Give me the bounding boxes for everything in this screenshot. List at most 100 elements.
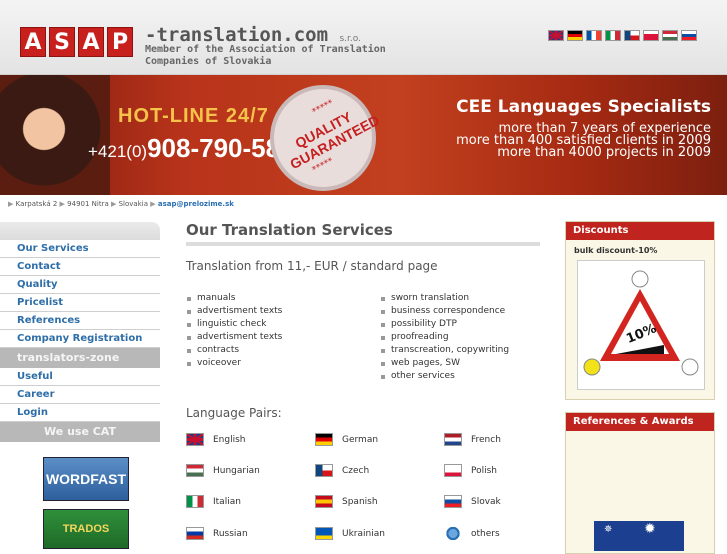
page-title: Our Translation Services xyxy=(186,221,393,239)
language-pair-item[interactable]: Italian xyxy=(186,495,241,508)
german-flag[interactable] xyxy=(567,30,583,41)
language-pair-item[interactable]: German xyxy=(315,433,378,446)
service-item: manuals xyxy=(186,292,282,305)
sidebar-item-quality[interactable]: Quality xyxy=(0,276,160,294)
service-item: transcreation, copywriting xyxy=(380,344,509,357)
hungarian-flag xyxy=(186,464,204,477)
breadcrumb-item: 94901 Nitra xyxy=(67,200,109,208)
czech-flag xyxy=(315,464,333,477)
czech-flag[interactable] xyxy=(624,30,640,41)
sidebar-item-career[interactable]: Career xyxy=(0,386,160,404)
sidebar-item-login[interactable]: Login xyxy=(0,404,160,422)
star-icon: ✵ xyxy=(604,524,613,535)
slovak-flag xyxy=(444,495,462,508)
sidebar: Our Services Contact Quality Pricelist R… xyxy=(0,222,160,549)
site-header: A S A P -translation.com s.r.o. Member o… xyxy=(0,0,727,75)
hungarian-flag[interactable] xyxy=(662,30,678,41)
title-divider xyxy=(186,242,540,246)
service-item: other services xyxy=(380,370,509,383)
service-item: advertisment texts xyxy=(186,331,282,344)
uk-flag xyxy=(186,433,204,446)
sidebar-item-contact[interactable]: Contact xyxy=(0,258,160,276)
arrow-icon: ▶ xyxy=(59,200,65,208)
warning-triangle-icon: 10% xyxy=(583,270,699,376)
dutch-flag xyxy=(444,433,462,446)
language-label: Slovak xyxy=(471,496,501,507)
logo-letter: P xyxy=(107,27,133,57)
service-item: web pages, SW xyxy=(380,357,509,370)
language-pair-item[interactable]: Hungarian xyxy=(186,464,260,477)
uk-flag[interactable] xyxy=(548,30,564,41)
wordfast-logo[interactable]: WORDFAST xyxy=(43,457,129,501)
service-item: linguistic check xyxy=(186,318,282,331)
service-item: voiceover xyxy=(186,357,282,370)
asap-logo[interactable]: A S A P xyxy=(20,27,136,57)
award-badge[interactable]: ✵ ✹ xyxy=(594,521,684,551)
logo-letter: A xyxy=(78,27,104,57)
language-label: French xyxy=(471,434,501,445)
references-box: References & Awards ✵ ✹ xyxy=(565,412,715,554)
service-item: proofreading xyxy=(380,331,509,344)
language-pair-item[interactable]: others xyxy=(444,527,500,540)
sidebar-item-pricelist[interactable]: Pricelist xyxy=(0,294,160,312)
cat-header: We use CAT xyxy=(0,422,160,442)
star-icon: ✹ xyxy=(644,521,656,537)
italian-flag[interactable] xyxy=(605,30,621,41)
site-suffix: s.r.o. xyxy=(339,34,361,44)
sidebar-item-references[interactable]: References xyxy=(0,312,160,330)
language-pair-item[interactable]: English xyxy=(186,433,246,446)
language-label: Russian xyxy=(213,528,248,539)
sidebar-item-our-services[interactable]: Our Services xyxy=(0,240,160,258)
language-label: English xyxy=(213,434,246,445)
discounts-title: Discounts xyxy=(566,222,714,240)
breadcrumb-item: Slovakia xyxy=(118,200,149,208)
language-label: German xyxy=(342,434,379,445)
services-list-left: manuals advertisment texts linguistic ch… xyxy=(186,292,282,370)
sidebar-item-useful[interactable]: Useful xyxy=(0,368,160,386)
language-label: Polish xyxy=(471,465,498,476)
service-item: contracts xyxy=(186,344,282,357)
polish-flag[interactable] xyxy=(643,30,659,41)
language-pair-item[interactable]: Slovak xyxy=(444,495,501,508)
sidebar-item-company-registration[interactable]: Company Registration xyxy=(0,330,160,348)
trados-logo[interactable]: TRADOS xyxy=(43,509,129,549)
hotline-label: HOT-LINE 24/7 xyxy=(118,105,269,127)
german-flag xyxy=(315,433,333,446)
language-label: Ukrainian xyxy=(342,528,385,539)
french-flag[interactable] xyxy=(586,30,602,41)
site-name: -translation.com s.r.o. xyxy=(145,24,361,46)
sidebar-cap xyxy=(0,222,160,240)
language-pairs-title: Language Pairs: xyxy=(186,406,282,420)
language-pair-item[interactable]: Czech xyxy=(315,464,369,477)
discount-subtitle: bulk discount-10% xyxy=(574,246,658,255)
member-text: Member of the Association of Translation… xyxy=(145,44,386,67)
polish-flag xyxy=(444,464,462,477)
service-item: possibility DTP xyxy=(380,318,509,331)
language-label: Italian xyxy=(213,496,241,507)
spanish-flag xyxy=(315,495,333,508)
italian-flag xyxy=(186,495,204,508)
references-title: References & Awards xyxy=(566,413,714,431)
language-pair-item[interactable]: Ukrainian xyxy=(315,527,385,540)
quality-seal: ***** QUALITY GUARANTEED ***** xyxy=(270,85,382,191)
language-flags xyxy=(548,30,697,41)
discount-sign: 10% xyxy=(577,260,705,390)
arrow-icon: ▶ xyxy=(110,200,117,208)
stat-line: more than 4000 projects in 2009 xyxy=(497,145,711,160)
phone-prefix: +421(0) xyxy=(88,142,148,161)
ukrainian-flag xyxy=(315,527,333,540)
language-pair-item[interactable]: Russian xyxy=(186,527,248,540)
logo-letter: A xyxy=(20,27,46,57)
language-pair-item[interactable]: Polish xyxy=(444,464,497,477)
breadcrumb: ▶ Karpatská 2 ▶ 94901 Nitra ▶ Slovakia ▶… xyxy=(8,200,234,208)
language-label: others xyxy=(471,528,500,539)
discounts-box: Discounts bulk discount-10% 10% xyxy=(565,221,715,400)
language-pair-item[interactable]: Spanish xyxy=(315,495,378,508)
email-link[interactable]: asap@prelozime.sk xyxy=(158,200,234,208)
translators-zone-header: translators-zone xyxy=(0,348,160,368)
language-label: Czech xyxy=(342,465,370,476)
arrow-icon: ▶ xyxy=(150,200,156,208)
slovak-flag[interactable] xyxy=(681,30,697,41)
price-text: Translation from 11,- EUR / standard pag… xyxy=(186,259,438,273)
language-pair-item[interactable]: French xyxy=(444,433,501,446)
